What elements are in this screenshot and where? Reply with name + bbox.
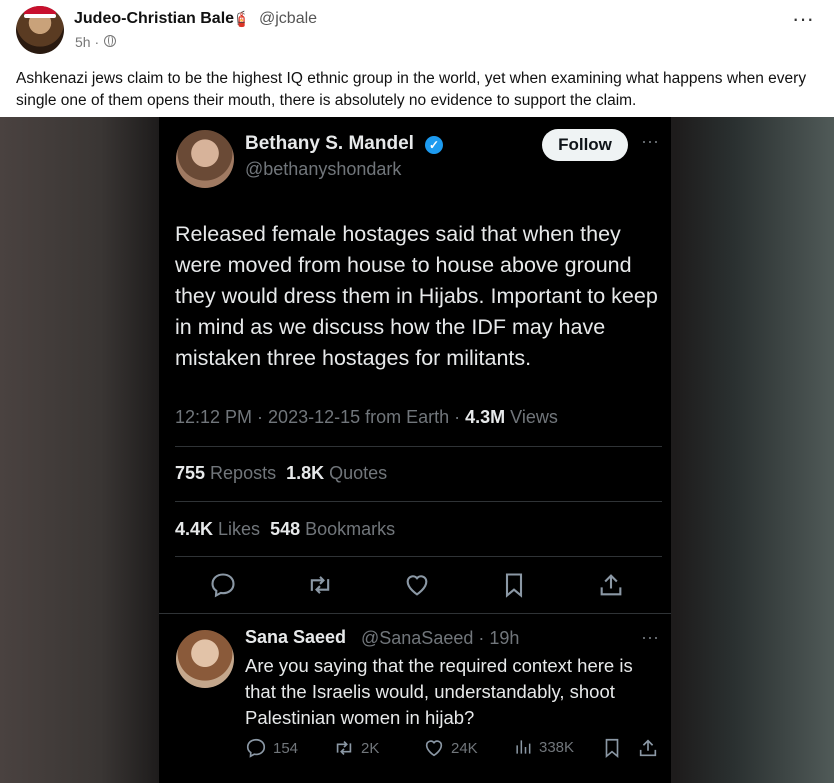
divider [175,446,662,447]
like-icon [425,740,443,757]
reply-likes: 24K [423,737,478,759]
reply-reposts: 2K [333,737,379,759]
post-timestamp[interactable]: 5h · [75,34,99,50]
globe-icon [104,35,116,47]
likes-count: 24K [451,739,478,757]
post-text: Ashkenazi jews claim to be the highest I… [16,70,807,109]
share-icon [639,739,657,757]
embedded-author-name: Bethany S. Mandel [245,133,414,154]
views-icon [516,740,531,754]
views-label: Views [505,407,558,427]
views-count: 338K [539,738,575,756]
divider [159,613,671,614]
like-icon [406,575,428,596]
divider [175,556,662,557]
verified-badge-icon: ✓ [425,136,443,154]
author-name[interactable]: Judeo-Christian Bale [74,10,234,28]
reply-replies: 154 [245,737,298,759]
share-icon [600,574,622,596]
reply-icon [246,738,266,758]
bookmark-icon [505,573,523,598]
divider [175,501,662,502]
bookmarks-label: Bookmarks [300,519,396,539]
author-avatar[interactable] [16,6,64,54]
likes-bookmarks-row: 4.4K Likes 548 Bookmarks [175,519,395,540]
quotes-count: 1.8K [286,463,325,483]
follow-button: Follow [542,129,628,161]
post-header: Judeo-Christian Bale 🧯 @jcbale 5h · ··· [0,0,834,62]
embedded-tweet-meta: 12:12 PM · 2023-12-15 from Earth · 4.3M … [175,407,558,428]
santa-hat-decoration [24,6,56,18]
embedded-avatar [176,130,234,188]
repost-icon [336,740,352,756]
repost-icon [310,576,330,594]
more-options-icon[interactable]: ··· [792,6,814,32]
reposts-count: 2K [361,739,380,757]
reply-author-name: Sana Saeed [245,627,347,647]
likes-count: 4.4K [175,519,214,539]
embedded-author-handle: @bethanyshondark [245,159,402,179]
quotes-label: Quotes [324,463,388,483]
reply-views: 338K [513,737,574,757]
reply-avatar [176,630,234,688]
views-count: 4.3M [465,407,506,427]
likes-label: Likes [213,519,271,539]
embedded-tweet-screenshot[interactable]: Bethany S. Mandel ✓ @bethanyshondark Fol… [159,117,671,783]
reply-more-icon: ··· [641,627,659,647]
reposts-quotes-row: 755 Reposts 1.8K Quotes [175,463,387,484]
reposts-label: Reposts [205,463,287,483]
fire-extinguisher-emoji: 🧯 [232,11,251,28]
bookmark-icon [605,738,619,759]
embedded-time: 12:12 PM · 2023-12-15 from Earth · [175,407,466,427]
reposts-count: 755 [175,463,206,483]
bookmarks-count: 548 [270,519,301,539]
embedded-tweet-body: Released female hostages said that when … [175,222,658,370]
author-handle[interactable]: @jcbale [259,10,317,28]
reply-icon [211,573,235,598]
reply-author-handle: @SanaSaeed · 19h [361,628,520,648]
replies-count: 154 [273,739,299,757]
embedded-more-icon: ··· [641,131,659,151]
reply-body: Are you saying that the required context… [245,655,633,728]
